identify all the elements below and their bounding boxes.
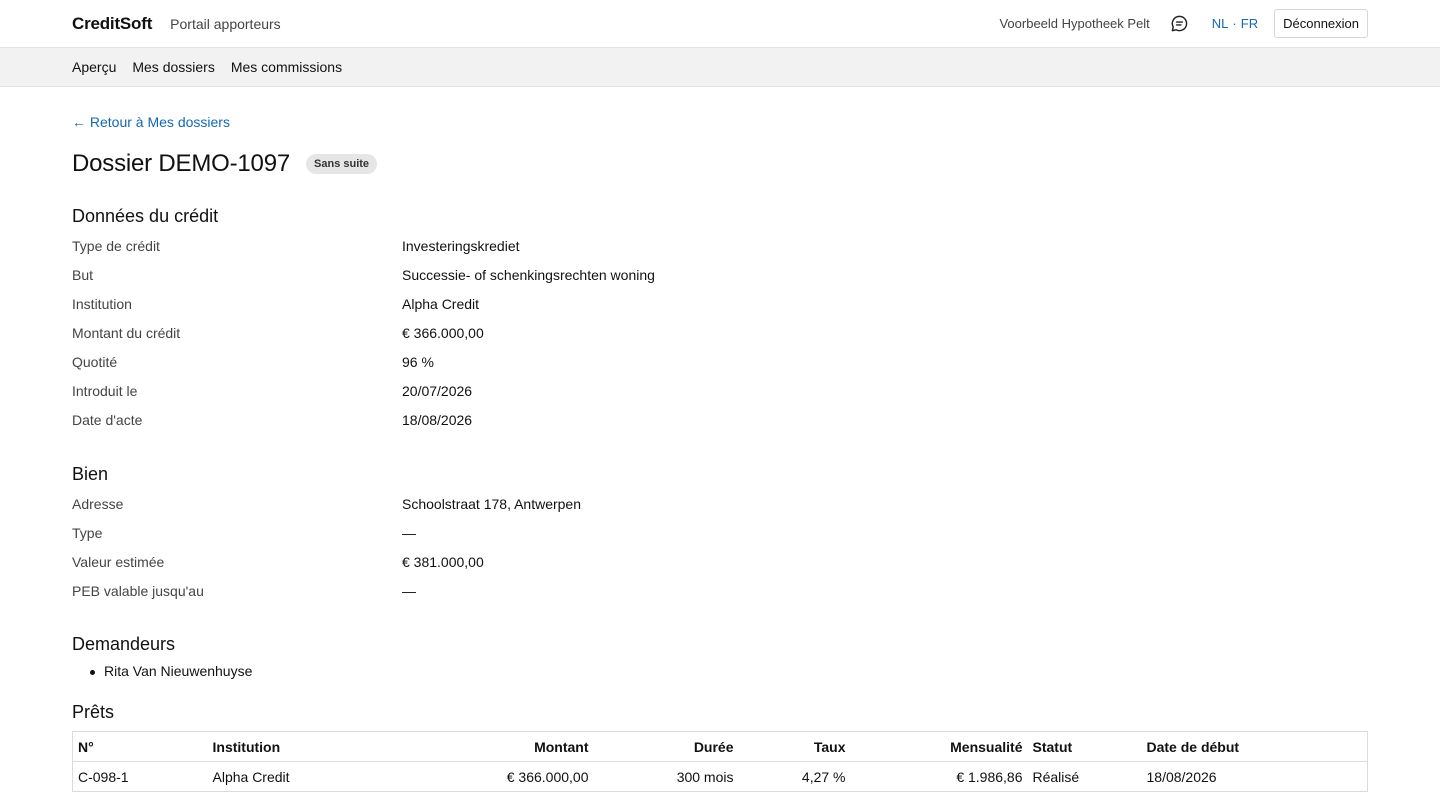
detail-label: PEB valable jusqu'au: [72, 582, 204, 599]
portal-label: Portail apporteurs: [170, 15, 281, 32]
nav-item-my-dossiers[interactable]: Mes dossiers: [132, 59, 214, 75]
language-switcher: NL · FR: [1212, 16, 1258, 31]
detail-value: € 366.000,00: [402, 324, 484, 341]
lang-nl-link[interactable]: NL: [1212, 16, 1229, 31]
detail-row: PEB valable jusqu'au —: [72, 576, 1368, 605]
detail-label: Montant du crédit: [72, 324, 181, 341]
detail-row: Adresse Schoolstraat 178, Antwerpen: [72, 489, 1368, 518]
user-area: Voorbeeld Hypotheek Pelt NL · FR Déconnexi…: [999, 9, 1368, 38]
top-bar: CreditSoft Portail apporteurs Voorbeeld …: [0, 0, 1440, 48]
loans-table: N° Institution Montant Durée Taux Mensua…: [72, 731, 1368, 792]
list-item: Rita Van Nieuwenhuyse: [90, 663, 1368, 679]
detail-label: Introduit le: [72, 382, 138, 399]
cell-institution: Alpha Credit: [212, 768, 290, 785]
credit-section-title: Données du crédit: [72, 206, 219, 226]
detail-label: Date d'acte: [72, 411, 143, 428]
detail-row: But Successie- of schenkingsrechten wonin…: [72, 260, 1368, 289]
loans-section-title: Prêts: [72, 702, 115, 722]
credit-details: Type de crédit Investeringskrediet But Suc…: [72, 231, 1368, 434]
detail-row: Montant du crédit € 366.000,00: [72, 318, 1368, 347]
detail-row: Valeur estimée € 381.000,00: [72, 547, 1368, 576]
property-section-title: Bien: [72, 464, 109, 484]
table-header-row: N° Institution Montant Durée Taux Mensua…: [72, 731, 1368, 762]
detail-value: Schoolstraat 178, Antwerpen: [402, 495, 582, 512]
cell-status: Réalisé: [1032, 768, 1080, 785]
detail-label: Type: [72, 524, 103, 541]
brand-logo[interactable]: CreditSoft: [72, 14, 152, 34]
title-row: Dossier DEMO-1097 Sans suite: [72, 150, 1368, 178]
main-nav: Aperçu Mes dossiers Mes commissions: [0, 48, 1440, 87]
back-link[interactable]: ← Retour à Mes dossiers: [72, 114, 230, 130]
message-icon[interactable]: [1170, 14, 1190, 34]
lang-fr-link[interactable]: FR: [1241, 16, 1258, 31]
detail-value: 18/08/2026: [402, 411, 473, 428]
logout-button[interactable]: Déconnexion: [1274, 9, 1368, 38]
column-header-number: N°: [72, 731, 208, 762]
detail-label: Type de crédit: [72, 237, 160, 254]
detail-value: —: [402, 582, 416, 599]
detail-label: Adresse: [72, 495, 124, 512]
cell-amount: € 366.000,00: [506, 768, 589, 785]
detail-row: Type —: [72, 518, 1368, 547]
column-header-start-date: Date de début: [1141, 731, 1368, 762]
page-title: Dossier DEMO-1097: [72, 150, 291, 177]
cell-start-date: 18/08/2026: [1146, 768, 1217, 785]
detail-row: Quotité 96 %: [72, 347, 1368, 376]
status-badge: Sans suite: [306, 154, 378, 174]
detail-row: Introduit le 20/07/2026: [72, 376, 1368, 405]
detail-label: Valeur estimée: [72, 553, 165, 570]
detail-value: Investeringskrediet: [402, 237, 520, 254]
applicants-list: Rita Van Nieuwenhuyse: [72, 663, 1368, 679]
cell-rate: 4,27 %: [801, 768, 846, 785]
table-row: C-098-1 Alpha Credit € 366.000,00 300 mo…: [73, 762, 1368, 792]
lang-separator: ·: [1232, 16, 1237, 31]
detail-value: 20/07/2026: [402, 382, 473, 399]
detail-label: Quotité: [72, 353, 118, 370]
nav-item-my-commissions[interactable]: Mes commissions: [231, 59, 342, 75]
nav-item-overview[interactable]: Aperçu: [72, 59, 116, 75]
cell-monthly: € 1.986,86: [956, 768, 1023, 785]
detail-value: —: [402, 524, 416, 541]
detail-value: € 381.000,00: [402, 553, 484, 570]
column-header-rate: Taux: [738, 731, 851, 762]
detail-value: 96 %: [402, 353, 434, 370]
detail-value: Alpha Credit: [402, 295, 480, 312]
brand-area: CreditSoft Portail apporteurs: [72, 14, 281, 34]
property-details: Adresse Schoolstraat 178, Antwerpen Type —…: [72, 489, 1368, 605]
column-header-institution: Institution: [207, 731, 408, 762]
user-name: Voorbeeld Hypotheek Pelt: [999, 16, 1150, 31]
detail-label: Institution: [72, 295, 132, 312]
column-header-monthly: Mensualité: [850, 731, 1028, 762]
column-header-amount: Montant: [407, 731, 594, 762]
column-header-status: Statut: [1027, 731, 1142, 762]
detail-row: Institution Alpha Credit: [72, 289, 1368, 318]
main-content: ← Retour à Mes dossiers Dossier DEMO-109…: [0, 87, 1440, 792]
detail-value: Successie- of schenkingsrechten woning: [402, 266, 655, 283]
cell-duration: 300 mois: [676, 768, 734, 785]
column-header-duration: Durée: [593, 731, 739, 762]
detail-label: But: [72, 266, 94, 283]
detail-row: Date d'acte 18/08/2026: [72, 405, 1368, 434]
cell-number: C-098-1: [78, 768, 129, 785]
detail-row: Type de crédit Investeringskrediet: [72, 231, 1368, 260]
applicants-section-title: Demandeurs: [72, 634, 176, 654]
